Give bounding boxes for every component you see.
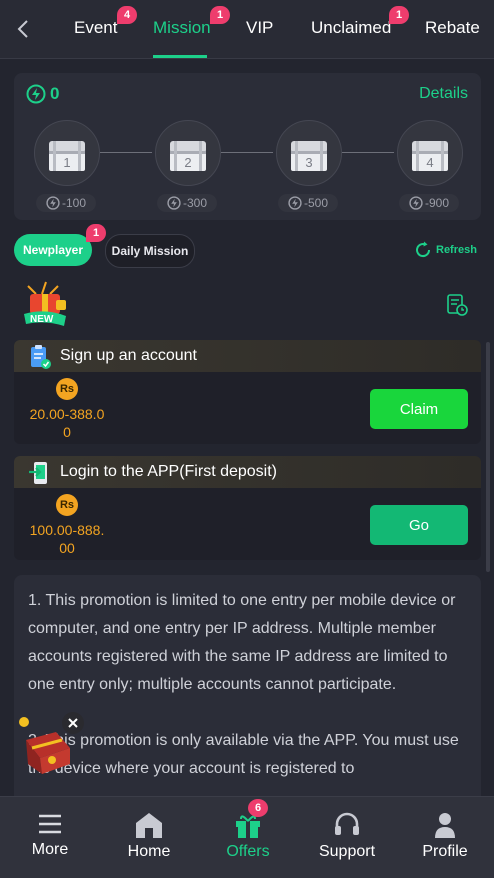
mission-badge: 1 (210, 6, 230, 24)
energy-counter: 0 (26, 84, 59, 104)
chest-node[interactable]: 4 (397, 120, 463, 186)
rule-paragraph-1: 1. This promotion is limited to one entr… (28, 592, 456, 693)
tab-rebate[interactable]: Rebate (425, 18, 480, 38)
headset-icon (335, 812, 359, 835)
chest-node[interactable]: 3 (276, 120, 342, 186)
nav-support[interactable]: Support (307, 811, 387, 861)
chest-cost-value: -300 (182, 196, 208, 210)
lightning-icon (26, 84, 46, 104)
chest-cost: -100 (36, 194, 96, 212)
task-title: Login to the APP(First deposit) (60, 463, 277, 480)
menu-icon (39, 814, 61, 834)
nav-profile-label: Profile (422, 843, 468, 860)
offers-badge: 6 (248, 799, 268, 817)
rupee-coin-icon: Rs (56, 378, 78, 400)
chest-icon (170, 141, 206, 171)
refresh-icon (416, 241, 431, 258)
lightning-icon (288, 196, 302, 210)
nav-offers-label: Offers (226, 843, 270, 860)
chest-cost: -500 (278, 194, 338, 212)
chest-icon (49, 141, 85, 171)
app-login-icon (29, 462, 47, 484)
chest-node[interactable]: 1 (34, 120, 100, 186)
active-tab-indicator (153, 55, 207, 58)
task-reward-amount: 100.00-888. 00 (24, 521, 110, 557)
close-icon (68, 718, 78, 728)
rupee-coin-icon: Rs (56, 494, 78, 516)
reward-line-2: 00 (59, 540, 75, 556)
floating-treasure-widget[interactable] (16, 712, 86, 778)
back-arrow-icon[interactable] (12, 15, 36, 43)
claim-button[interactable]: Claim (370, 389, 468, 429)
refresh-button[interactable]: Refresh (413, 240, 477, 260)
profile-icon (435, 813, 455, 838)
reward-line-2: 0 (63, 424, 71, 440)
nav-home-label: Home (127, 843, 171, 860)
chest-node[interactable]: 2 (155, 120, 221, 186)
tab-mission[interactable]: Mission (153, 18, 211, 38)
event-badge: 4 (117, 6, 137, 24)
task-title-row: Login to the APP(First deposit) (14, 456, 481, 488)
nav-more[interactable]: More (10, 811, 90, 859)
details-link[interactable]: Details (419, 85, 468, 103)
lightning-icon (167, 196, 181, 210)
register-icon (31, 345, 51, 369)
close-widget-button[interactable] (62, 712, 84, 734)
chest-cost-value: -500 (303, 196, 329, 210)
chest-number: 3 (305, 155, 313, 170)
nav-home[interactable]: Home (109, 811, 189, 861)
home-icon (136, 813, 162, 838)
chest-icon (291, 141, 327, 171)
bottom-nav-bar: More Home Offers 6 Support Profile (0, 796, 494, 878)
chest-cost: -900 (399, 194, 459, 212)
nav-profile[interactable]: Profile (405, 811, 485, 861)
lightning-icon (46, 196, 60, 210)
lightning-icon (409, 196, 423, 210)
new-gift-icon: NEW (20, 280, 70, 328)
task-title-row: Sign up an account (14, 340, 481, 372)
progress-connector (100, 152, 152, 153)
progress-connector (221, 152, 273, 153)
scrollbar[interactable] (486, 342, 490, 572)
chest-icon (412, 141, 448, 171)
daily-mission-tab[interactable]: Daily Mission (105, 234, 195, 268)
top-nav-bar: Event 4 Mission 1 VIP Unclaimed 1 Rebate (0, 0, 494, 59)
nav-support-label: Support (318, 843, 376, 860)
nav-offers[interactable]: Offers (208, 811, 288, 861)
tab-event[interactable]: Event (74, 18, 117, 38)
chest-cost-value: -900 (424, 196, 450, 210)
tab-unclaimed[interactable]: Unclaimed (311, 18, 391, 38)
chest-number: 2 (184, 155, 192, 170)
newplayer-tab[interactable]: Newplayer (14, 234, 92, 266)
new-badge-label: NEW (30, 314, 54, 325)
chest-number: 4 (426, 155, 434, 170)
task-reward-amount: 20.00-388.0 0 (24, 405, 110, 441)
go-button[interactable]: Go (370, 505, 468, 545)
chest-number: 1 (63, 155, 71, 170)
progress-connector (342, 152, 394, 153)
unclaimed-badge: 1 (389, 6, 409, 24)
tab-vip[interactable]: VIP (246, 18, 273, 38)
chest-cost-value: -100 (61, 196, 87, 210)
nav-more-label: More (31, 841, 69, 858)
chest-cost: -300 (157, 194, 217, 212)
newplayer-badge: 1 (86, 224, 106, 242)
refresh-label: Refresh (436, 244, 477, 256)
task-title: Sign up an account (60, 347, 197, 364)
energy-value: 0 (50, 84, 60, 103)
reward-line-1: 20.00-388.0 (29, 406, 105, 422)
reward-line-1: 100.00-888. (29, 522, 105, 538)
history-icon[interactable] (446, 293, 468, 317)
